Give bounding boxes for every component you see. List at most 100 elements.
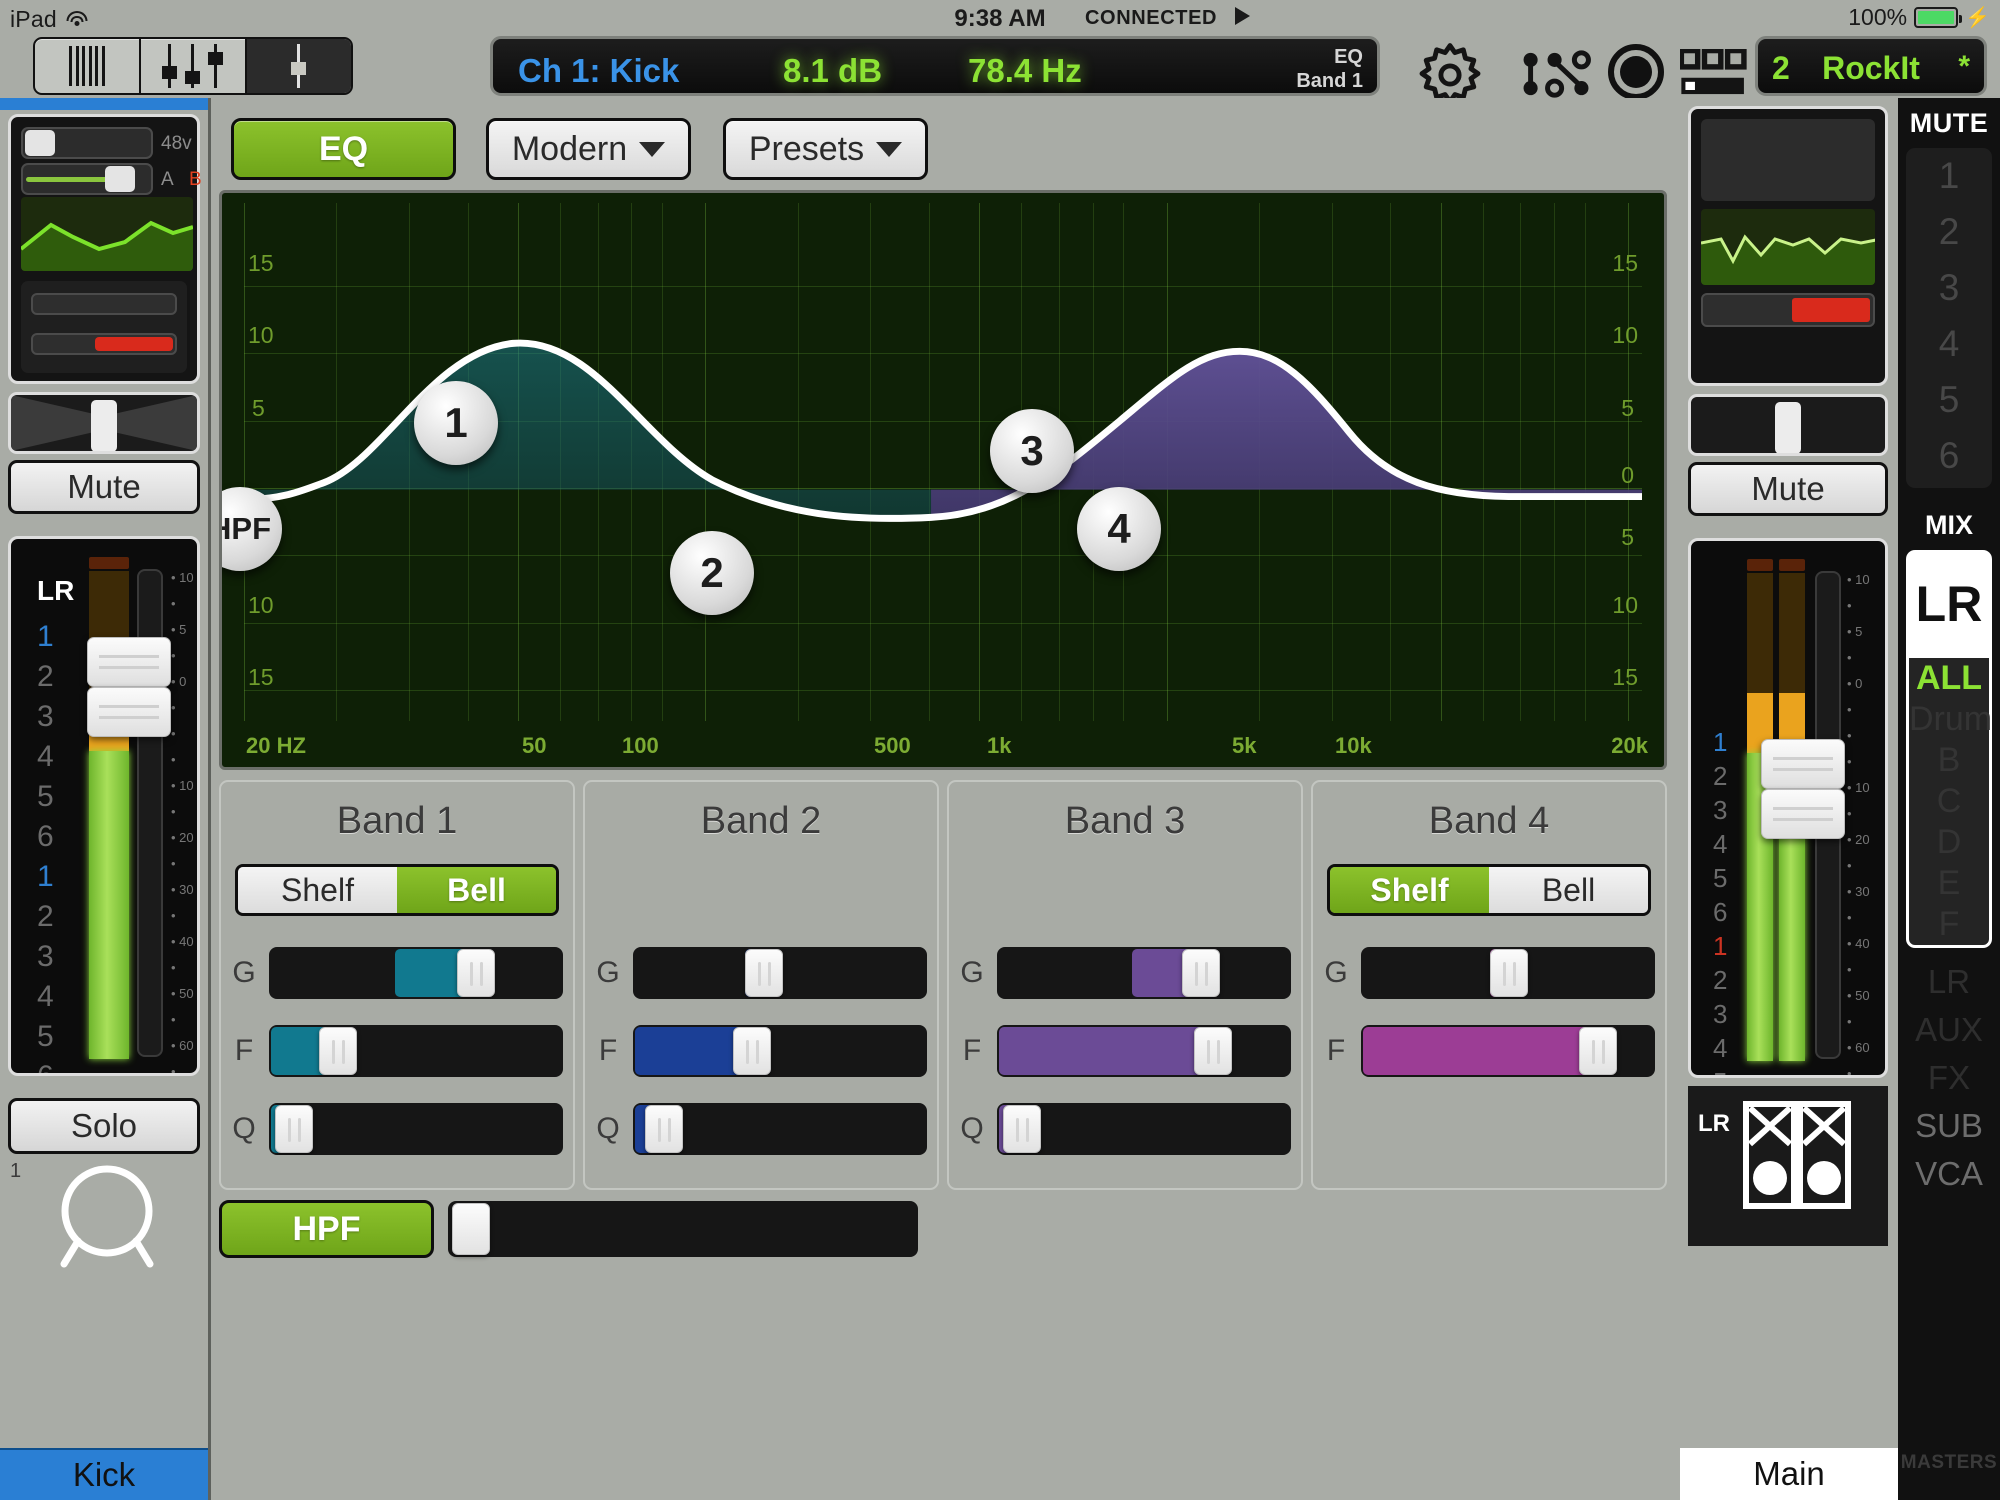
band2-freq-slider[interactable] xyxy=(633,1025,927,1077)
band3-gain-slider[interactable] xyxy=(997,947,1291,999)
fader-knob-b[interactable] xyxy=(87,687,171,737)
mute-group-list[interactable]: 1 2 3 4 5 6 xyxy=(1906,148,1992,488)
eq-thumbnail[interactable] xyxy=(21,197,193,271)
band1-shelf-option[interactable]: Shelf xyxy=(238,867,397,913)
band1-q-slider[interactable] xyxy=(269,1103,563,1155)
band2-node[interactable]: 2 xyxy=(670,531,754,615)
mix-item-e[interactable]: E xyxy=(1909,863,1989,904)
hpf-frequency-slider[interactable] xyxy=(448,1201,918,1257)
tail-item-aux[interactable]: AUX xyxy=(1906,1006,1992,1054)
band1-shape-toggle[interactable]: Shelf Bell xyxy=(235,864,559,916)
chevron-down-icon xyxy=(876,141,903,157)
band3-q-row[interactable]: Q xyxy=(959,1102,1291,1156)
band4-shelf-option[interactable]: Shelf xyxy=(1330,867,1489,913)
band4-freq-slider[interactable] xyxy=(1361,1025,1655,1077)
band1-gain-slider[interactable] xyxy=(269,947,563,999)
mute-group-1[interactable]: 1 xyxy=(1906,148,1992,204)
eq-enable-button[interactable]: EQ xyxy=(231,118,456,180)
band1-node[interactable]: 1 xyxy=(414,381,498,465)
mix-item-f[interactable]: F xyxy=(1909,904,1989,945)
band4-freq-row[interactable]: F xyxy=(1323,1024,1655,1078)
band4-gain-row[interactable]: G xyxy=(1323,946,1655,1000)
gain-slider[interactable] xyxy=(21,163,153,195)
band1-freq-row[interactable]: F xyxy=(231,1024,563,1078)
mute-group-3[interactable]: 3 xyxy=(1906,260,1992,316)
band-controls-row: Band 1 Shelf Bell G F Q Band 2 G F Q Ban… xyxy=(219,780,1667,1190)
main-bus-numbers: 123456 123456 xyxy=(1713,727,1728,1075)
main-fader-knob-a[interactable] xyxy=(1761,739,1845,789)
main-toolbar: Ch 1: Kick 8.1 dB 78.4 Hz EQ Band 1 2 Ro… xyxy=(0,32,2000,105)
band3-gain-row[interactable]: G xyxy=(959,946,1291,1000)
band1-bell-option[interactable]: Bell xyxy=(397,867,556,913)
meters-view-button[interactable] xyxy=(35,39,141,93)
trim-slider[interactable] xyxy=(21,127,153,159)
tail-group-vca[interactable]: VCA xyxy=(1906,1150,1992,1198)
band4-node[interactable]: 4 xyxy=(1077,487,1161,571)
mute-group-5[interactable]: 5 xyxy=(1906,372,1992,428)
mix-item-d[interactable]: D xyxy=(1909,822,1989,863)
channel-name-label[interactable]: Kick xyxy=(0,1448,208,1500)
band3-node[interactable]: 3 xyxy=(990,409,1074,493)
mix-item-drum[interactable]: Drum xyxy=(1909,699,1992,740)
tail-group-sub[interactable]: SUB xyxy=(1906,1102,1992,1150)
band2-gain-slider[interactable] xyxy=(633,947,927,999)
mix-bus-list[interactable]: ALL Drum B C D E F xyxy=(1906,658,1992,948)
pan-control[interactable] xyxy=(8,392,200,454)
eq-curve-graph[interactable]: 15 10 5 5 10 15 15 10 5 0 5 10 15 20 HZ … xyxy=(219,190,1667,770)
phantom-row[interactable]: 48v xyxy=(21,127,192,163)
grid-icon[interactable] xyxy=(1678,47,1748,97)
mute-button[interactable]: Mute xyxy=(8,460,200,514)
main-pan-control[interactable] xyxy=(1688,394,1888,456)
band3-q-slider[interactable] xyxy=(997,1103,1291,1155)
main-mute-button[interactable]: Mute xyxy=(1688,462,1888,516)
band2-freq-row[interactable]: F xyxy=(595,1024,927,1078)
band4-bell-option[interactable]: Bell xyxy=(1489,867,1648,913)
hpf-enable-button[interactable]: HPF xyxy=(219,1200,434,1258)
faders-view-button[interactable] xyxy=(141,39,247,93)
gain-row[interactable]: A B xyxy=(21,163,202,199)
band-card-3: Band 3 G F Q xyxy=(947,780,1303,1190)
band2-q-row[interactable]: Q xyxy=(595,1102,927,1156)
presets-dropdown[interactable]: Presets xyxy=(723,118,928,180)
band1-q-row[interactable]: Q xyxy=(231,1102,563,1156)
channel-fader-meter[interactable]: LR 123456 123456 123456 • 10•• 5•• 0••••… xyxy=(8,536,200,1076)
band1-freq-slider[interactable] xyxy=(269,1025,563,1077)
show-selector[interactable]: 2 RockIt * xyxy=(1755,36,1987,96)
band2-title: Band 2 xyxy=(700,800,822,842)
mix-item-c[interactable]: C xyxy=(1909,781,1989,822)
eq-mode-dropdown[interactable]: Modern xyxy=(486,118,691,180)
preamp-panel[interactable]: 48v A B xyxy=(8,114,202,384)
solo-button[interactable]: Solo xyxy=(8,1098,200,1154)
band3-freq-slider[interactable] xyxy=(997,1025,1291,1077)
tail-item-fx[interactable]: FX xyxy=(1906,1054,1992,1102)
mute-group-2[interactable]: 2 xyxy=(1906,204,1992,260)
band4-gain-slider[interactable] xyxy=(1361,947,1655,999)
band3-freq-row[interactable]: F xyxy=(959,1024,1291,1078)
mute-group-6[interactable]: 6 xyxy=(1906,428,1992,484)
view-mode-segmented-control[interactable] xyxy=(33,37,353,95)
mix-item-all[interactable]: ALL xyxy=(1909,658,1989,699)
band2-gain-row[interactable]: G xyxy=(595,946,927,1000)
mute-group-4[interactable]: 4 xyxy=(1906,316,1992,372)
band4-shape-toggle[interactable]: Shelf Bell xyxy=(1327,864,1651,916)
mute-header: MUTE xyxy=(1909,108,1989,138)
mute-mix-rail: MUTE 1 2 3 4 5 6 MIX LR ALL Drum B C D E… xyxy=(1898,98,2000,1500)
main-name-label[interactable]: Main xyxy=(1680,1448,1898,1500)
mix-tail-list[interactable]: LR AUX FX SUB VCA xyxy=(1906,958,1992,1198)
record-icon[interactable] xyxy=(1608,44,1664,100)
channel-view-button[interactable] xyxy=(247,39,351,93)
band1-gain-row[interactable]: G xyxy=(231,946,563,1000)
main-preamp-panel[interactable] xyxy=(1688,106,1888,386)
mix-item-b[interactable]: B xyxy=(1909,740,1989,781)
tail-item-lr[interactable]: LR xyxy=(1906,958,1992,1006)
x-tick-1k: 1k xyxy=(987,733,1012,758)
mixer-app: iPad 9:38 AM CONNECTED 100% ⚡ Ch 1: Kick… xyxy=(0,0,2000,1500)
main-fader-meter[interactable]: 123456 123456 • 10•• 5•• 0•••• 10•• 20••… xyxy=(1688,538,1888,1078)
main-fader-knob-b[interactable] xyxy=(1761,789,1845,839)
mix-lr-button[interactable]: LR xyxy=(1906,550,1992,658)
main-eq-thumbnail[interactable] xyxy=(1701,209,1875,285)
hpf-row: HPF xyxy=(219,1198,1667,1260)
fader-knob-a[interactable] xyxy=(87,637,171,687)
routing-icon[interactable] xyxy=(1520,50,1592,98)
band2-q-slider[interactable] xyxy=(633,1103,927,1155)
